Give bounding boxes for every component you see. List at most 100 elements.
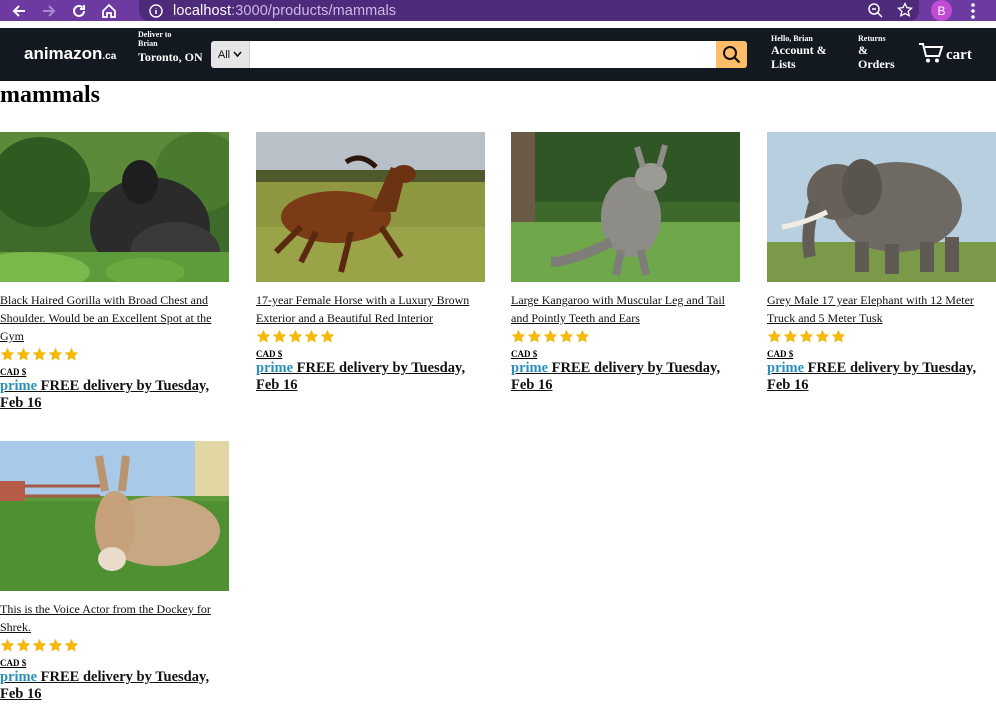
deliver-location: Toronto, ON xyxy=(138,50,203,64)
delivery-link[interactable]: prime FREE delivery by Tuesday, Feb 16 xyxy=(0,669,229,703)
search-icon xyxy=(723,46,741,64)
donkey-photo xyxy=(0,441,229,591)
back-button[interactable] xyxy=(8,0,30,21)
product-title-link[interactable]: Large Kangaroo with Muscular Leg and Tai… xyxy=(511,291,740,327)
star-icon xyxy=(575,329,590,343)
product-price: CAD $ xyxy=(0,367,27,377)
chevron-down-icon xyxy=(233,51,242,58)
bookmark-star-icon[interactable] xyxy=(897,2,913,18)
star-icon xyxy=(783,329,798,343)
browser-toolbar: localhost:3000/products/mammals B xyxy=(0,0,996,21)
product-card: Large Kangaroo with Muscular Leg and Tai… xyxy=(511,132,740,394)
returns-orders[interactable]: Returns & Orders xyxy=(858,34,902,71)
account-lists[interactable]: Hello, Brian Account & Lists xyxy=(771,34,837,71)
home-button[interactable] xyxy=(98,0,120,21)
product-image-link[interactable] xyxy=(256,132,485,282)
star-icon xyxy=(0,638,15,652)
star-icon xyxy=(16,347,31,361)
star-rating xyxy=(0,347,229,363)
forward-button[interactable] xyxy=(38,0,60,21)
product-title-link[interactable]: Black Haired Gorilla with Broad Chest an… xyxy=(0,291,229,345)
page-title: mammals xyxy=(0,82,100,108)
search-button[interactable] xyxy=(716,41,747,68)
profile-avatar[interactable]: B xyxy=(931,0,952,21)
home-icon xyxy=(102,3,116,18)
account-greeting: Hello, Brian xyxy=(771,34,813,43)
star-icon xyxy=(831,329,846,343)
site-logo[interactable]: animazon.ca xyxy=(24,44,116,64)
product-price: CAD $ xyxy=(0,658,27,668)
deliver-label: Deliver to Brian xyxy=(138,30,172,48)
horse-photo xyxy=(256,132,485,282)
star-rating xyxy=(767,329,996,345)
kangaroo-photo xyxy=(511,132,740,282)
star-icon xyxy=(559,329,574,343)
url-text: localhost:3000/products/mammals xyxy=(173,2,397,19)
star-icon xyxy=(32,347,47,361)
star-icon xyxy=(288,329,303,343)
product-card: Grey Male 17 year Elephant with 12 Meter… xyxy=(767,132,996,394)
star-icon xyxy=(543,329,558,343)
product-card: 17-year Female Horse with a Luxury Brown… xyxy=(256,132,485,394)
star-icon xyxy=(527,329,542,343)
product-image-link[interactable] xyxy=(0,441,229,591)
star-icon xyxy=(0,347,15,361)
search-input[interactable] xyxy=(250,41,716,68)
site-header: animazon.ca Deliver to Brian Toronto, ON… xyxy=(0,28,996,81)
product-price: CAD $ xyxy=(256,349,283,359)
prime-label: prime xyxy=(767,360,805,376)
reload-icon xyxy=(73,4,85,17)
cart-icon xyxy=(919,43,944,63)
star-icon xyxy=(320,329,335,343)
delivery-link[interactable]: prime FREE delivery by Tuesday, Feb 16 xyxy=(767,360,996,394)
delivery-link[interactable]: prime FREE delivery by Tuesday, Feb 16 xyxy=(511,360,740,394)
cart-label: cart xyxy=(946,47,972,63)
reload-button[interactable] xyxy=(68,0,90,21)
star-rating xyxy=(511,329,740,345)
prime-label: prime xyxy=(511,360,549,376)
star-icon xyxy=(64,347,79,361)
product-image-link[interactable] xyxy=(0,132,229,282)
star-icon xyxy=(815,329,830,343)
star-icon xyxy=(32,638,47,652)
star-icon xyxy=(256,329,271,343)
back-arrow-icon xyxy=(12,4,25,17)
delivery-link[interactable]: prime FREE delivery by Tuesday, Feb 16 xyxy=(256,360,485,394)
cart-button[interactable]: cart xyxy=(918,42,972,64)
prime-label: prime xyxy=(256,360,294,376)
star-icon xyxy=(48,638,63,652)
star-icon xyxy=(272,329,287,343)
product-image-link[interactable] xyxy=(511,132,740,282)
prime-label: prime xyxy=(0,669,38,685)
elephant-photo xyxy=(767,132,996,282)
delivery-link[interactable]: prime FREE delivery by Tuesday, Feb 16 xyxy=(0,378,229,412)
star-icon xyxy=(64,638,79,652)
star-icon xyxy=(511,329,526,343)
product-title-link[interactable]: 17-year Female Horse with a Luxury Brown… xyxy=(256,291,485,327)
star-rating xyxy=(0,638,229,654)
returns-label: Returns xyxy=(858,34,886,43)
more-menu-icon[interactable] xyxy=(966,2,980,20)
star-icon xyxy=(48,347,63,361)
star-icon xyxy=(799,329,814,343)
star-icon xyxy=(16,638,31,652)
star-rating xyxy=(256,329,485,345)
star-icon xyxy=(304,329,319,343)
account-label: Account & Lists xyxy=(771,43,827,71)
zoom-icon[interactable] xyxy=(867,2,883,18)
product-card: Black Haired Gorilla with Broad Chest an… xyxy=(0,132,229,412)
address-bar[interactable]: localhost:3000/products/mammals xyxy=(139,0,919,21)
orders-label: & Orders xyxy=(858,43,895,71)
star-icon xyxy=(767,329,782,343)
gorilla-photo xyxy=(0,132,229,282)
product-image-link[interactable] xyxy=(767,132,996,282)
product-card: This is the Voice Actor from the Dockey … xyxy=(0,441,229,703)
info-icon[interactable] xyxy=(149,3,163,18)
deliver-to[interactable]: Deliver to Brian Toronto, ON xyxy=(138,30,203,64)
product-price: CAD $ xyxy=(767,349,794,359)
search-category-select[interactable]: All xyxy=(211,41,250,68)
prime-label: prime xyxy=(0,378,38,394)
search-bar: All xyxy=(211,41,747,68)
product-title-link[interactable]: This is the Voice Actor from the Dockey … xyxy=(0,600,229,636)
product-title-link[interactable]: Grey Male 17 year Elephant with 12 Meter… xyxy=(767,291,996,327)
